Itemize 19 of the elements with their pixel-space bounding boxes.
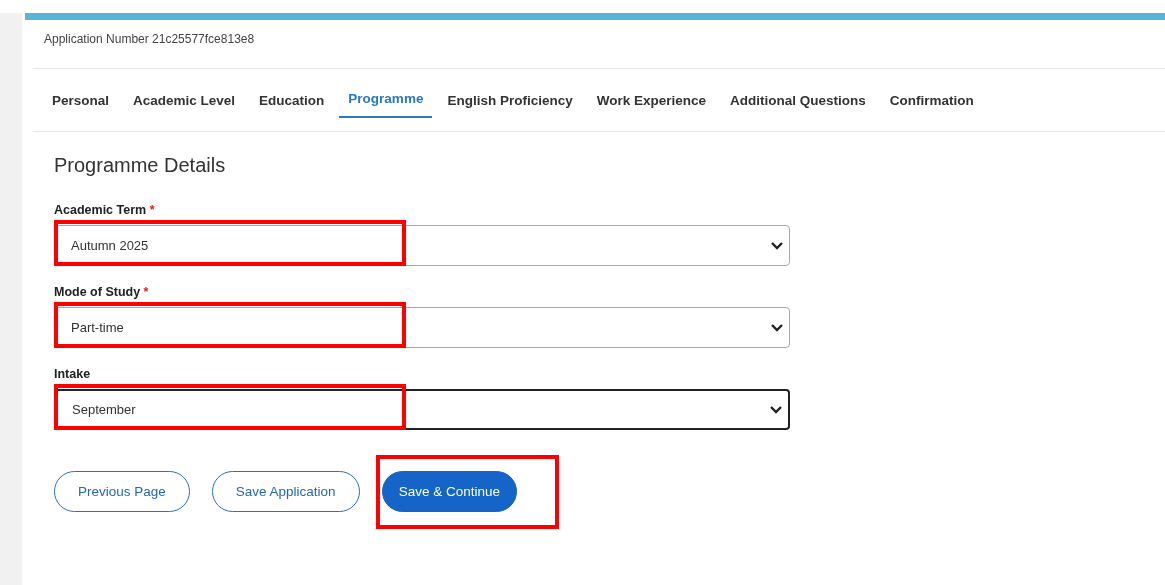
- application-number: Application Number 21c25577fce813e8: [43, 31, 256, 48]
- chevron-down-icon: [770, 405, 782, 414]
- step-tab[interactable]: Work Experience: [587, 82, 715, 120]
- step-tab[interactable]: Additional Questions: [721, 82, 875, 120]
- secondary-button[interactable]: Save Application: [211, 471, 360, 512]
- chevron-down-icon: [771, 323, 783, 332]
- field-label: Mode of Study *: [54, 285, 150, 299]
- chevron-down-icon: [771, 241, 783, 250]
- secondary-button[interactable]: Previous Page: [54, 471, 190, 512]
- step-tab[interactable]: Programme: [339, 80, 433, 118]
- section-title: Programme Details: [54, 154, 227, 177]
- step-tab[interactable]: English Proficiency: [438, 82, 582, 120]
- step-tab[interactable]: Education: [250, 82, 334, 120]
- field-label: Academic Term *: [54, 203, 156, 217]
- step-tab[interactable]: Academic Level: [124, 82, 245, 120]
- continue-button[interactable]: Save & Continue: [381, 471, 517, 512]
- step-tab[interactable]: Confirmation: [880, 82, 983, 120]
- step-tab[interactable]: Personal: [43, 82, 119, 120]
- field-label: Intake: [54, 367, 92, 381]
